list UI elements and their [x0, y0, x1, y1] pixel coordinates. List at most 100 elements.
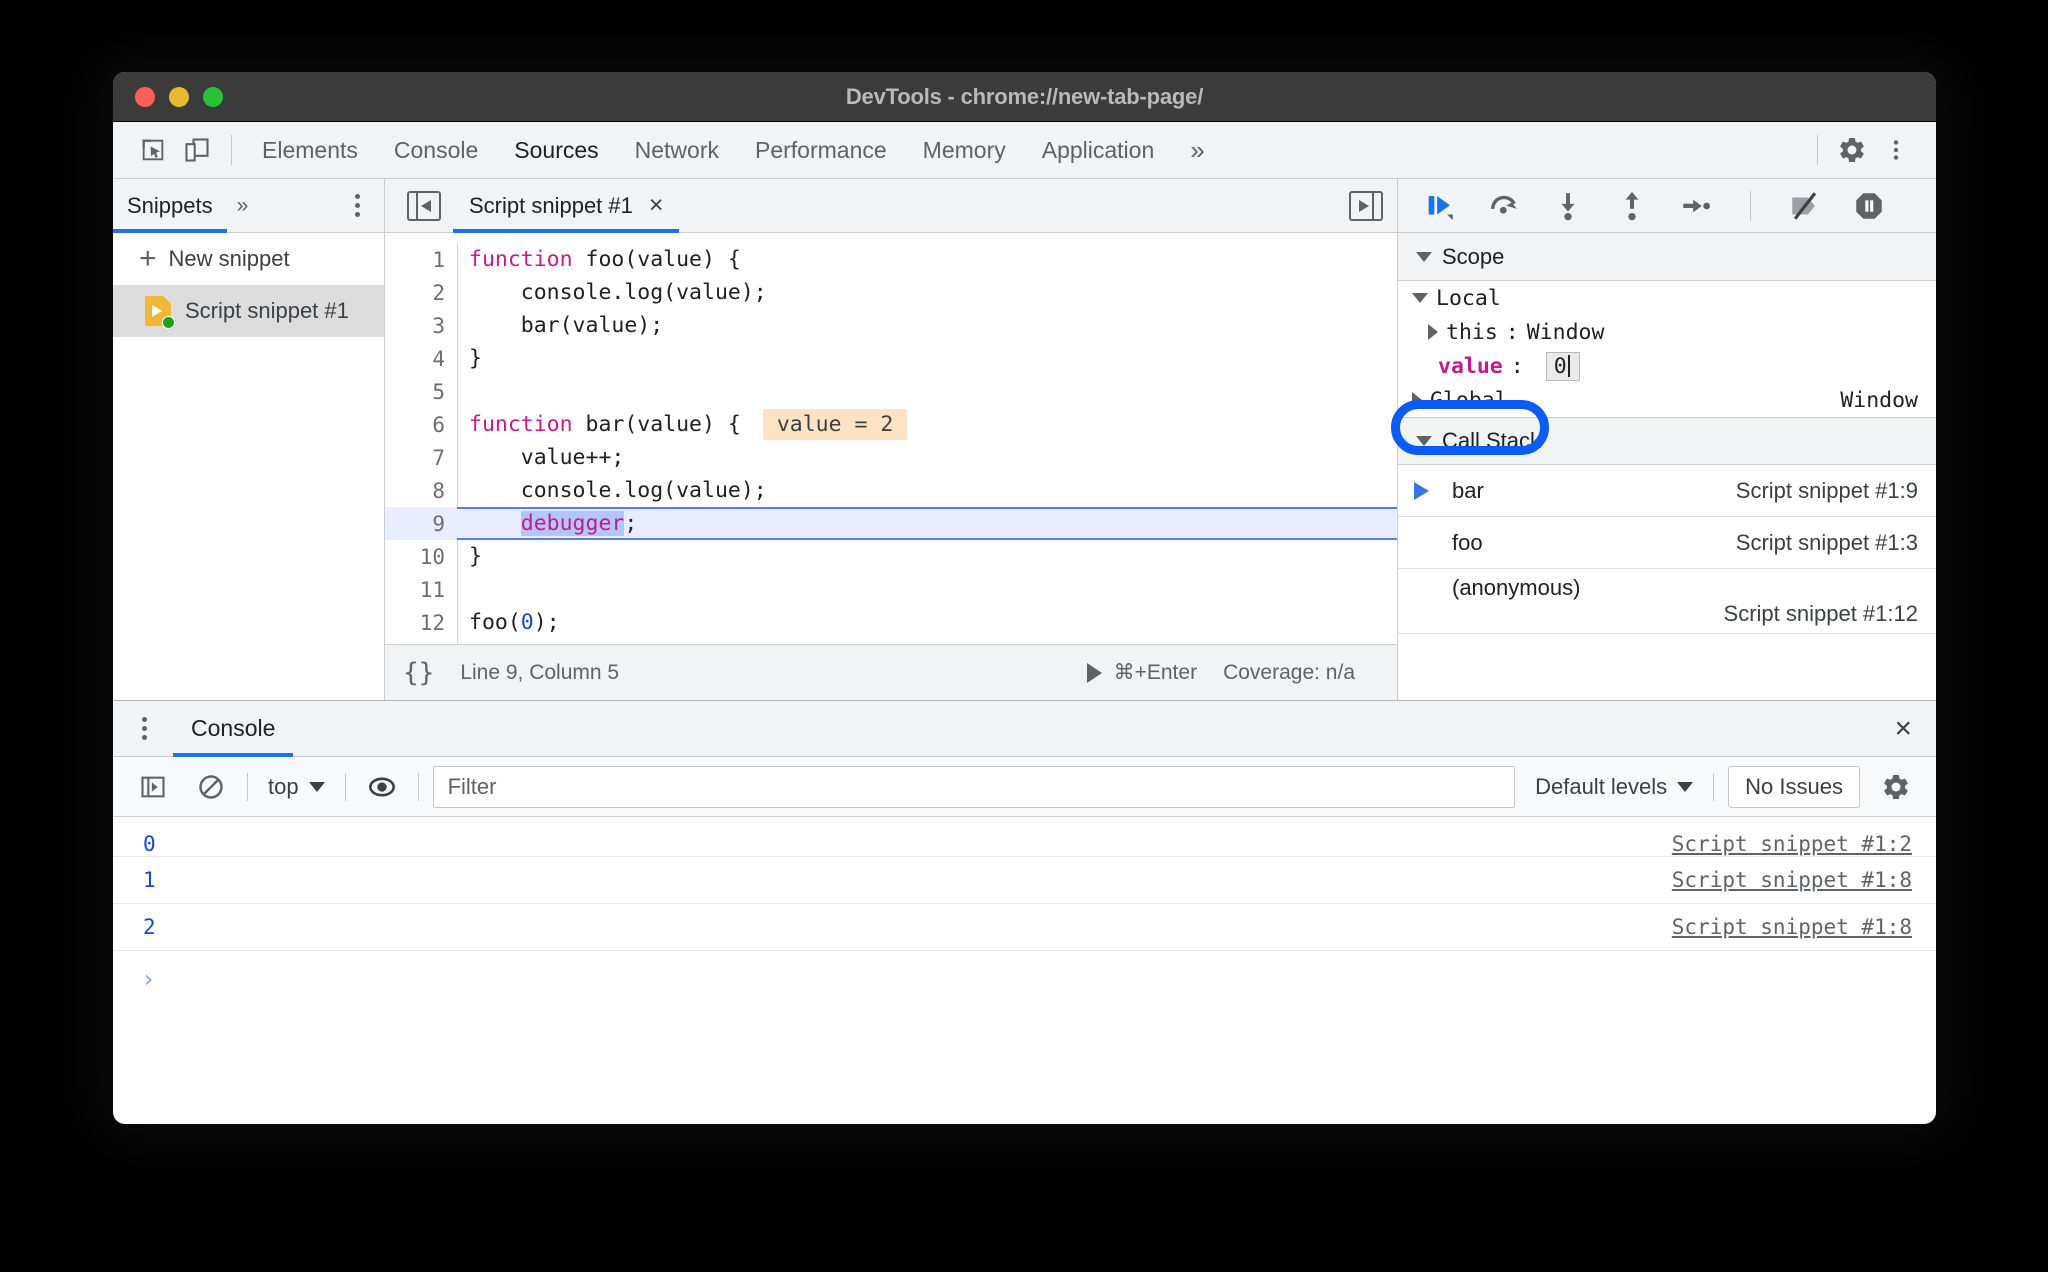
code-line: 3 bar(value);	[385, 309, 1397, 342]
line-number: 7	[432, 445, 445, 470]
console-message-text: 1	[143, 868, 156, 892]
line-number: 3	[432, 313, 445, 338]
navigator-more-tabs-button[interactable]: »	[227, 194, 259, 218]
device-toolbar-icon[interactable]	[175, 128, 219, 172]
toolbar-divider	[231, 135, 232, 165]
devtools-main-toolbar: Elements Console Sources Network Perform…	[113, 122, 1936, 179]
drawer-menu-icon[interactable]	[133, 717, 155, 740]
console-message[interactable]: 1 Script snippet #1:8	[113, 857, 1936, 904]
call-stack-frame-foo[interactable]: foo Script snippet #1:3	[1398, 517, 1936, 569]
step-out-of-current-function-icon[interactable]	[1610, 184, 1654, 228]
navigator-menu-icon[interactable]	[346, 194, 368, 217]
pretty-print-icon[interactable]: {}	[403, 658, 434, 688]
step-into-next-function-call-icon[interactable]	[1546, 184, 1590, 228]
call-stack-frame-anonymous[interactable]: (anonymous) Script snippet #1:12	[1398, 569, 1936, 634]
run-snippet-button[interactable]: ⌘+Enter	[1086, 660, 1197, 685]
play-icon	[1086, 662, 1102, 683]
console-message-text: 0	[143, 832, 156, 856]
gear-icon[interactable]	[1874, 765, 1918, 809]
pause-on-exceptions-icon[interactable]	[1847, 184, 1891, 228]
navigator-pane: Snippets » + New snippet Script snippet …	[113, 178, 385, 700]
expand-debugger-icon[interactable]	[1349, 190, 1383, 221]
clear-console-icon[interactable]	[189, 765, 233, 809]
console-drawer: Console × top Filter Default levels No I…	[113, 700, 1936, 1007]
new-snippet-button[interactable]: + New snippet	[113, 233, 384, 285]
resume-script-execution-icon[interactable]	[1418, 184, 1462, 228]
tab-memory[interactable]: Memory	[905, 122, 1024, 179]
list-item-script-snippet-1[interactable]: Script snippet #1	[113, 285, 384, 337]
filter-input[interactable]: Filter	[432, 765, 1516, 808]
scope-section-header[interactable]: Scope	[1398, 233, 1936, 281]
tab-application[interactable]: Application	[1024, 122, 1173, 179]
scope-prop-value: Window	[1526, 319, 1605, 345]
deactivate-breakpoints-icon[interactable]	[1783, 184, 1827, 228]
scope-value-editor[interactable]: 0	[1545, 351, 1580, 381]
chevron-right-icon	[1428, 324, 1438, 340]
call-stack-section-header[interactable]: Call Stack	[1398, 417, 1936, 465]
console-levels-value: Default levels	[1535, 773, 1668, 799]
editor-tab-script-snippet-1[interactable]: Script snippet #1 ×	[453, 178, 680, 233]
tab-network[interactable]: Network	[617, 122, 737, 179]
console-message-source[interactable]: Script snippet #1:8	[1672, 915, 1912, 939]
close-icon[interactable]: ×	[649, 193, 664, 218]
console-levels-selector[interactable]: Default levels	[1529, 774, 1699, 800]
console-message-source[interactable]: Script snippet #1:8	[1672, 868, 1912, 892]
code-line: 8 console.log(value);	[385, 474, 1397, 507]
toolbar-divider-right	[1817, 135, 1818, 165]
coverage-label[interactable]: Coverage: n/a	[1223, 661, 1355, 685]
console-sidebar-icon[interactable]	[131, 765, 175, 809]
code-editor[interactable]: 1 function foo(value) { 2 console.log(va…	[385, 233, 1397, 644]
tab-console[interactable]: Console	[376, 122, 496, 179]
console-message-source[interactable]: Script snippet #1:2	[1672, 832, 1912, 856]
chevron-down-icon	[308, 781, 325, 792]
chevron-down-icon	[1677, 781, 1694, 792]
code-line: 11	[385, 573, 1397, 606]
frame-name: foo	[1452, 529, 1483, 555]
inspect-cursor-icon[interactable]	[131, 128, 175, 172]
issues-button[interactable]: No Issues	[1728, 765, 1860, 808]
window-title-bar: DevTools - chrome://new-tab-page/	[113, 72, 1936, 122]
editor-status-bar: {} Line 9, Column 5 ⌘+Enter Coverage: n/…	[385, 644, 1397, 700]
line-content: }	[469, 544, 482, 569]
line-content: value++;	[469, 445, 625, 470]
console-prompt[interactable]: ›	[113, 951, 1936, 1007]
line-content: function bar(value) {	[469, 412, 741, 437]
gear-icon[interactable]	[1830, 128, 1874, 172]
console-message-text: 2	[143, 915, 156, 939]
live-expression-icon[interactable]	[360, 765, 404, 809]
tab-sources[interactable]: Sources	[496, 122, 616, 179]
console-message[interactable]: 0 Script snippet #1:2	[113, 817, 1936, 857]
console-message[interactable]: 2 Script snippet #1:8	[113, 904, 1936, 951]
scope-prop-name: this	[1446, 319, 1498, 345]
step-over-next-function-call-icon[interactable]	[1482, 184, 1526, 228]
line-content: }	[469, 346, 482, 371]
line-number: 12	[419, 610, 445, 635]
call-stack-frame-bar[interactable]: bar Script snippet #1:9	[1398, 465, 1936, 517]
drawer-tab-console[interactable]: Console	[173, 701, 294, 757]
editor-pane: Script snippet #1 × 1 function foo(value…	[385, 178, 1398, 700]
scope-prop-value[interactable]: value: 0	[1398, 349, 1936, 383]
console-context-selector[interactable]: top	[262, 774, 331, 800]
step-icon[interactable]	[1674, 184, 1718, 228]
scope-group-global[interactable]: Global Window	[1398, 383, 1936, 417]
tab-performance[interactable]: Performance	[737, 122, 905, 179]
call-stack-list: bar Script snippet #1:9 foo Script snipp…	[1398, 465, 1936, 634]
tab-elements[interactable]: Elements	[244, 122, 376, 179]
scope-value-text: 0	[1553, 353, 1567, 379]
collapse-navigator-icon[interactable]	[407, 190, 441, 221]
kebab-menu-icon[interactable]	[1874, 128, 1918, 172]
scope-group-local[interactable]: Local	[1398, 281, 1936, 315]
line-content	[457, 577, 482, 602]
line-content: console.log(value);	[469, 280, 767, 305]
code-line: 1 function foo(value) {	[385, 243, 1397, 276]
scope-prop-this[interactable]: this: Window	[1398, 315, 1936, 349]
scope-group-label: Global	[1430, 387, 1508, 413]
navigator-tab-snippets[interactable]: Snippets	[113, 178, 227, 233]
chevron-down-icon	[1416, 436, 1432, 446]
close-icon[interactable]: ×	[1894, 713, 1912, 744]
frame-name: (anonymous)	[1452, 575, 1581, 600]
frame-location: Script snippet #1:9	[1735, 477, 1918, 503]
plus-icon: +	[139, 242, 157, 275]
console-toolbar-divider	[247, 772, 248, 801]
more-tabs-button[interactable]: »	[1172, 122, 1222, 179]
